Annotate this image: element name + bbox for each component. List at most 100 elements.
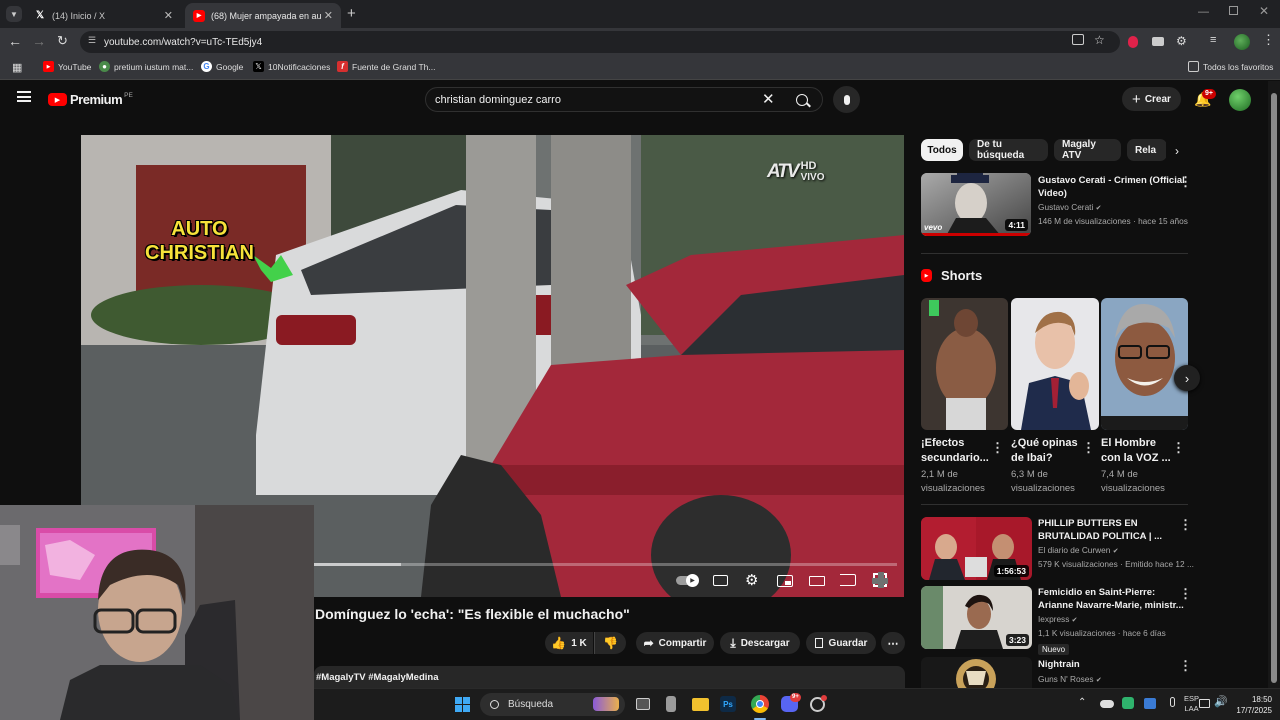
mic-icon[interactable]: [1170, 697, 1175, 707]
tab-search-chevron-icon[interactable]: ▼: [6, 6, 22, 22]
download-button[interactable]: ⤓ Descargar: [720, 632, 800, 654]
miniplayer-icon[interactable]: [777, 575, 793, 587]
bookmark-youtube[interactable]: ▶ YouTube: [43, 61, 91, 72]
subtitles-icon[interactable]: [713, 575, 728, 586]
more-options-icon[interactable]: ⋮: [1179, 658, 1192, 674]
create-button[interactable]: + Crear: [1122, 87, 1181, 111]
search-button[interactable]: [782, 87, 822, 112]
page-scrollbar[interactable]: [1268, 81, 1280, 688]
more-options-icon[interactable]: ⋮: [1179, 517, 1192, 533]
youtube-premium-logo[interactable]: ▶ Premium PE: [48, 92, 133, 107]
search-input[interactable]: christian dominguez carro ✕: [425, 87, 823, 112]
autoplay-toggle[interactable]: ▶: [676, 574, 699, 587]
bookmark-x-notifications[interactable]: 𝕏 10Notificaciones: [253, 61, 330, 72]
task-view-icon[interactable]: [636, 698, 650, 710]
chip-todos[interactable]: Todos: [921, 139, 963, 161]
onedrive-icon[interactable]: [1100, 700, 1114, 708]
short-thumbnail-3[interactable]: [1101, 298, 1188, 430]
site-info-icon[interactable]: ☰: [88, 35, 96, 46]
address-bar[interactable]: ☰ youtube.com/watch?v=uTc-TEd5jy4 ☆: [80, 31, 1120, 53]
profile-avatar[interactable]: [1234, 34, 1250, 50]
extension-red-icon[interactable]: [1128, 36, 1138, 48]
photoshop-icon[interactable]: Ps: [720, 696, 736, 712]
more-options-icon[interactable]: ⋮: [1179, 586, 1192, 602]
close-window-icon[interactable]: ✕: [1259, 4, 1269, 18]
bookmark-google[interactable]: G Google: [201, 61, 243, 72]
short-more-options-icon[interactable]: ⋮: [1172, 440, 1185, 456]
file-explorer-icon[interactable]: [692, 698, 709, 711]
tray-app-icon-2[interactable]: [1144, 698, 1156, 709]
short-thumbnail-2[interactable]: [1011, 298, 1099, 430]
voice-search-button[interactable]: [833, 86, 860, 113]
bookmark-grand-theft[interactable]: f Fuente de Grand Th...: [337, 61, 435, 72]
apps-grid-icon[interactable]: ▦: [12, 61, 22, 74]
share-button[interactable]: ➦ Compartir: [636, 632, 714, 654]
recommended-thumbnail[interactable]: vevo 4:11: [921, 173, 1031, 236]
short-thumbnail-1[interactable]: [921, 298, 1008, 430]
close-tab-icon[interactable]: ✕: [324, 9, 333, 22]
browser-menu-icon[interactable]: ⋮: [1262, 32, 1275, 48]
short-more-options-icon[interactable]: ⋮: [991, 440, 1004, 456]
tray-app-icon[interactable]: [1122, 697, 1134, 709]
display-icon[interactable]: [1199, 699, 1210, 708]
close-tab-icon[interactable]: ✕: [164, 9, 173, 22]
language-indicator[interactable]: ESP LAA: [1184, 694, 1199, 714]
chips-next-chevron-icon[interactable]: ›: [1166, 141, 1188, 161]
video-info-3[interactable]: Nightrain Guns N' Roses ✔: [1038, 658, 1178, 687]
shorts-next-button[interactable]: ›: [1174, 365, 1200, 391]
windows-start-icon[interactable]: [455, 697, 470, 712]
tab-x-home[interactable]: 𝕏 (14) Inicio / X ✕: [26, 3, 181, 28]
scrollbar-thumb[interactable]: [1271, 93, 1277, 683]
chip-de-tu-busqueda[interactable]: De tu búsqueda: [969, 139, 1048, 161]
short-info-2[interactable]: ¿Qué opinas de Ibai? 6,3 M de visualizac…: [1011, 436, 1086, 496]
taskbar-search-box[interactable]: Búsqueda: [480, 693, 625, 716]
new-tab-plus-icon[interactable]: +: [347, 5, 356, 22]
video-thumbnail-3[interactable]: [921, 657, 1032, 688]
short-info-3[interactable]: El Hombre con la VOZ ... 7,4 M de visual…: [1101, 436, 1176, 496]
forward-arrow-icon[interactable]: →: [32, 33, 46, 49]
channel-name: Gustavo Cerati: [1038, 202, 1094, 212]
short-more-options-icon[interactable]: ⋮: [1082, 440, 1095, 456]
back-arrow-icon[interactable]: ←: [8, 33, 22, 49]
account-avatar[interactable]: [1229, 89, 1251, 111]
minimize-window-icon[interactable]: —: [1198, 6, 1209, 18]
volume-icon[interactable]: 🔊: [1214, 695, 1228, 708]
bookmark-star-icon[interactable]: ☆: [1094, 33, 1105, 47]
restore-window-icon[interactable]: [1229, 6, 1238, 15]
tab-youtube-video[interactable]: ▶ (68) Mujer ampayada en auto d ✕: [185, 3, 341, 28]
extensions-puzzle-icon[interactable]: ⚙: [1176, 34, 1187, 48]
clock[interactable]: 18:50 17/7/2025: [1234, 694, 1272, 716]
chip-related[interactable]: Rela: [1127, 139, 1167, 161]
hamburger-menu-icon[interactable]: [17, 91, 31, 102]
recommended-info[interactable]: Gustavo Cerati - Crimen (Official Video)…: [1038, 174, 1188, 227]
theater-mode-icon[interactable]: [809, 576, 825, 586]
more-actions-button[interactable]: ⋯: [881, 632, 905, 654]
chrome-icon[interactable]: [751, 695, 769, 713]
save-button[interactable]: Guardar: [806, 632, 876, 654]
video-thumbnail-1[interactable]: 1:56:53: [921, 517, 1032, 580]
bookmark-pretium[interactable]: ● pretium iustum mat...: [99, 61, 193, 72]
video-progress-bar[interactable]: [313, 563, 897, 566]
fullscreen-icon[interactable]: [872, 572, 888, 588]
cast-icon[interactable]: [840, 574, 856, 586]
all-bookmarks[interactable]: Todos los favoritos: [1188, 61, 1273, 72]
like-button[interactable]: 👍 1 K: [545, 632, 593, 654]
video-info-2[interactable]: Femicidio en Saint-Pierre: Arianne Navar…: [1038, 586, 1184, 657]
clear-search-icon[interactable]: ✕: [762, 90, 775, 108]
description-hashtags[interactable]: #MagalyTV #MagalyMedina: [316, 672, 438, 683]
short-info-1[interactable]: ¡Efectos secundario... 2,1 M de visualiz…: [921, 436, 996, 496]
reading-list-icon[interactable]: ≡: [1210, 34, 1216, 46]
more-options-icon[interactable]: ⋮: [1179, 174, 1192, 190]
show-hidden-icons-chevron[interactable]: ⌃: [1078, 697, 1086, 708]
video-info-1[interactable]: PHILLIP BUTTERS EN BRUTALIDAD POLITICA |…: [1038, 517, 1194, 570]
short-title-line-1: ¡Efectos: [921, 437, 965, 449]
reload-icon[interactable]: ↻: [57, 33, 68, 49]
taskbar-app-icon[interactable]: [666, 696, 676, 712]
description-box[interactable]: #MagalyTV #MagalyMedina: [314, 666, 905, 688]
chip-magaly-atv[interactable]: Magaly ATV: [1054, 139, 1121, 161]
dislike-button[interactable]: 👎: [594, 632, 626, 654]
settings-gear-icon[interactable]: ⚙: [745, 571, 758, 589]
install-app-icon[interactable]: [1072, 34, 1084, 45]
extension-card-icon[interactable]: [1152, 37, 1164, 46]
video-thumbnail-2[interactable]: 3:23: [921, 586, 1032, 649]
